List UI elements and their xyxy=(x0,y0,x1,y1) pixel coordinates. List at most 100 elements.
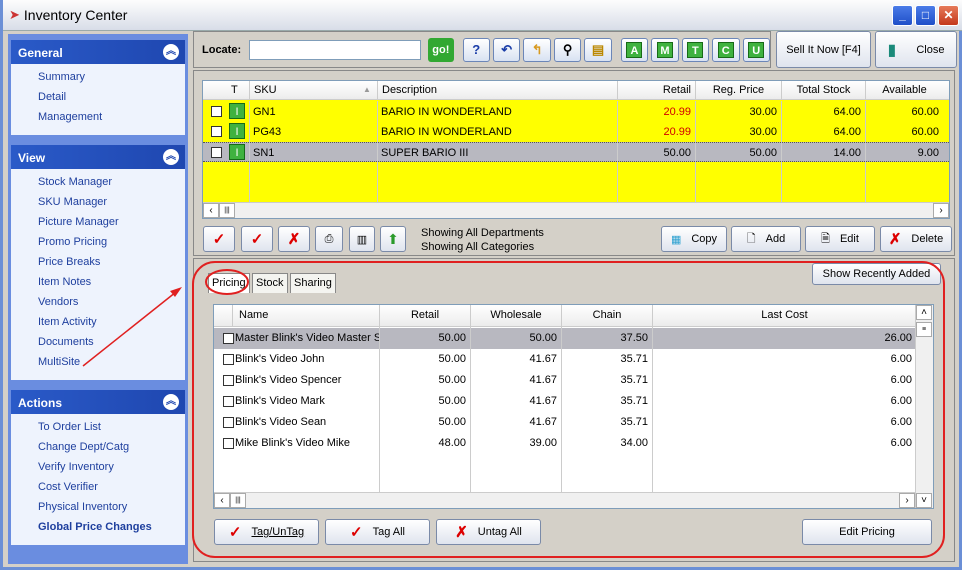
delete-button[interactable]: ✗ Delete xyxy=(880,226,952,252)
list-item[interactable]: Blink's Video Spencer 50.00 41.67 35.71 6.00 xyxy=(214,370,915,391)
sidebar-item-to-order-list[interactable]: To Order List xyxy=(38,421,185,441)
sidebar-item-documents[interactable]: Documents xyxy=(38,336,185,356)
cell-wholesale: 39.00 xyxy=(529,437,557,449)
actions-header[interactable]: Actions ︽ xyxy=(11,390,185,414)
col-description[interactable]: Description xyxy=(377,81,617,100)
sidebar-item-management[interactable]: Management xyxy=(38,111,185,131)
sidebar-item-global-price-changes[interactable]: Global Price Changes xyxy=(38,521,185,541)
col-chain[interactable]: Chain xyxy=(561,305,652,327)
scroll-thumb[interactable]: ||| xyxy=(230,493,246,508)
sidebar-item-item-notes[interactable]: Item Notes xyxy=(38,276,185,296)
horizontal-scrollbar[interactable]: ‹ ||| › xyxy=(214,492,915,508)
binoculars-icon[interactable]: ⚲ xyxy=(553,37,582,62)
list-item[interactable]: Master Blink's Video Master Si 50.00 50.00… xyxy=(214,328,915,349)
list-item[interactable]: Blink's Video Sean 50.00 41.67 35.71 6.00 xyxy=(214,412,915,433)
sidebar-item-picture-manager[interactable]: Picture Manager xyxy=(38,216,185,236)
sidebar-item-sku-manager[interactable]: SKU Manager xyxy=(38,196,185,216)
sidebar-item-summary[interactable]: Summary xyxy=(38,71,185,91)
col-total-stock[interactable]: Total Stock xyxy=(781,81,865,100)
edit-button[interactable]: 🗎 Edit xyxy=(805,226,875,252)
col-name[interactable]: Name xyxy=(232,305,379,327)
sell-it-now-button[interactable]: Sell It Now [F4] xyxy=(776,31,871,68)
scroll-right-icon[interactable]: › xyxy=(899,493,915,508)
table-row[interactable]: I GN1 BARIO IN WONDERLAND 20.99 30.00 64.00 60… xyxy=(203,102,949,122)
maximize-button[interactable]: □ xyxy=(915,5,936,26)
filter-m-button[interactable]: M xyxy=(651,37,679,62)
col-sku[interactable]: SKU xyxy=(249,81,377,100)
collapse-icon[interactable]: ︽ xyxy=(163,394,179,410)
cell-available: 60.00 xyxy=(911,126,939,138)
scroll-left-icon[interactable]: ‹ xyxy=(203,203,219,218)
col-t[interactable]: T xyxy=(227,81,249,100)
col-last-cost[interactable]: Last Cost xyxy=(652,305,916,327)
help-icon[interactable]: ? xyxy=(462,37,490,62)
scroll-thumb[interactable]: ≡ xyxy=(916,322,932,337)
sidebar-item-item-activity[interactable]: Item Activity xyxy=(38,316,185,336)
general-header[interactable]: General ︽ xyxy=(11,40,185,64)
sidebar-item-cost-verifier[interactable]: Cost Verifier xyxy=(38,481,185,501)
cell-sku: GN1 xyxy=(253,106,276,118)
columns-button[interactable]: ▥ xyxy=(349,226,375,252)
untag-all-pricing-button[interactable]: ✗ Untag All xyxy=(436,519,541,545)
table-row[interactable]: I PG43 BARIO IN WONDERLAND 20.99 30.00 64.00 6… xyxy=(203,122,949,142)
print-button[interactable]: ⎙ xyxy=(315,226,343,252)
tag-untag-button[interactable]: ✓ Tag/UnTag xyxy=(214,519,319,545)
col-retail[interactable]: Retail xyxy=(617,81,695,100)
checkmark-all-icon: ✓ xyxy=(250,231,264,248)
preview-icon[interactable]: ▤ xyxy=(584,37,612,62)
scroll-down-icon[interactable]: ˅ xyxy=(916,493,932,508)
col-reg-price[interactable]: Reg. Price xyxy=(695,81,781,100)
table-row[interactable]: I SN1 SUPER BARIO III 50.00 50.00 14.00 9.00 xyxy=(203,142,949,162)
untag-all-button[interactable]: ✗ xyxy=(278,226,310,252)
scroll-thumb[interactable]: ||| xyxy=(219,203,235,218)
sidebar-item-detail[interactable]: Detail xyxy=(38,91,185,111)
show-recently-added-button[interactable]: Show Recently Added xyxy=(812,263,941,285)
tag-checkbox[interactable] xyxy=(211,147,222,158)
copy-button[interactable]: ▦ Copy xyxy=(661,226,727,252)
sidebar-item-verify-inventory[interactable]: Verify Inventory xyxy=(38,461,185,481)
tag-all-pricing-button[interactable]: ✓ Tag All xyxy=(325,519,430,545)
close-window-button[interactable]: ✕ xyxy=(938,5,959,26)
sidebar-item-promo-pricing[interactable]: Promo Pricing xyxy=(38,236,185,256)
sidebar-item-stock-manager[interactable]: Stock Manager xyxy=(38,176,185,196)
scroll-up-icon[interactable]: ˄ xyxy=(916,305,932,320)
list-item[interactable]: Mike Blink's Video Mike 48.00 39.00 34.00 6.… xyxy=(214,433,915,454)
filter-u-button[interactable]: U xyxy=(742,37,770,62)
filter-a-button[interactable]: A xyxy=(620,37,649,62)
list-item[interactable]: Blink's Video Mark 50.00 41.67 35.71 6.00 xyxy=(214,391,915,412)
tag-checkbox[interactable] xyxy=(211,126,222,137)
col-available[interactable]: Available xyxy=(865,81,943,100)
sidebar-item-multisite[interactable]: MultiSite xyxy=(38,356,185,376)
tag-checkbox[interactable] xyxy=(211,106,222,117)
sidebar-item-price-breaks[interactable]: Price Breaks xyxy=(38,256,185,276)
sidebar-item-change-dept[interactable]: Change Dept/Catg xyxy=(38,441,185,461)
view-header[interactable]: View ︽ xyxy=(11,145,185,169)
filter-c-button[interactable]: C xyxy=(712,37,740,62)
tab-stock[interactable]: Stock xyxy=(252,273,288,293)
tab-pricing[interactable]: Pricing xyxy=(208,273,250,293)
filter-t-button[interactable]: T xyxy=(681,37,710,62)
go-button[interactable]: go! xyxy=(428,37,454,62)
up-button[interactable]: ⬆ xyxy=(380,226,406,252)
edit-pricing-button[interactable]: Edit Pricing xyxy=(802,519,932,545)
sidebar-item-vendors[interactable]: Vendors xyxy=(38,296,185,316)
minimize-button[interactable]: _ xyxy=(892,5,913,26)
tag-button[interactable]: ✓ xyxy=(203,226,235,252)
add-button[interactable]: 🗋 Add xyxy=(731,226,801,252)
scroll-right-icon[interactable]: › xyxy=(933,203,949,218)
sidebar-item-physical-inventory[interactable]: Physical Inventory xyxy=(38,501,185,521)
tag-all-button[interactable]: ✓ xyxy=(241,226,273,252)
locate-input[interactable] xyxy=(249,39,422,60)
back-icon[interactable]: ↶ xyxy=(493,37,521,62)
close-button[interactable]: ▮ Close xyxy=(875,31,957,68)
scroll-left-icon[interactable]: ‹ xyxy=(214,493,230,508)
list-item[interactable]: Blink's Video John 50.00 41.67 35.71 6.00 xyxy=(214,349,915,370)
tab-sharing[interactable]: Sharing xyxy=(290,273,336,293)
horizontal-scrollbar[interactable]: ‹ ||| › xyxy=(203,202,949,218)
vertical-scrollbar[interactable]: ˄ ≡ ˅ xyxy=(915,305,933,508)
col-retail[interactable]: Retail xyxy=(379,305,470,327)
return-icon[interactable]: ↰ xyxy=(523,37,551,62)
col-wholesale[interactable]: Wholesale xyxy=(470,305,561,327)
collapse-icon[interactable]: ︽ xyxy=(163,149,179,165)
collapse-icon[interactable]: ︽ xyxy=(163,44,179,60)
